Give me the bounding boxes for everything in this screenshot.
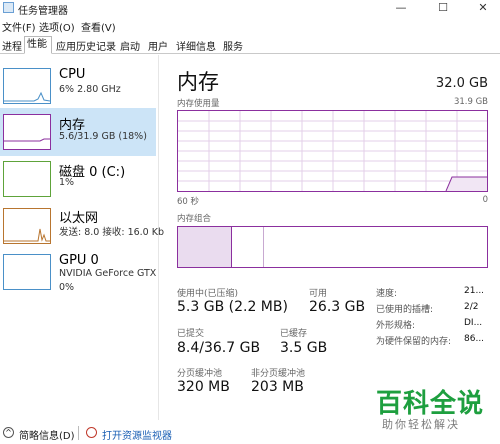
hw-reserved-label: 为硬件保留的内存:: [376, 337, 452, 347]
tab-app-history[interactable]: 应用历史记录: [54, 38, 118, 53]
tab-performance[interactable]: 性能: [24, 36, 52, 54]
paged-pool-label: 分页缓冲池: [177, 369, 223, 379]
available-value: 26.3 GB: [309, 299, 366, 315]
in-use-label: 使用中(已压缩): [177, 289, 239, 299]
menu-options[interactable]: 选项(O): [39, 19, 75, 34]
usage-caption: 内存使用量: [177, 99, 220, 109]
resource-monitor-icon: [86, 427, 97, 438]
memory-thumbnail: [3, 114, 51, 150]
form-factor-label: 外形规格:: [376, 321, 416, 331]
gpu-usage: 0%: [59, 282, 75, 293]
composition-caption: 内存组合: [177, 214, 212, 224]
cpu-usage: 6% 2.80 GHz: [59, 84, 121, 95]
disk-usage: 1%: [59, 177, 75, 188]
maximize-button[interactable]: ☐: [428, 0, 458, 17]
watermark-title: 百科全说: [376, 389, 485, 419]
graph-time-left: 60 秒: [177, 197, 200, 207]
ethernet-usage: 发送: 8.0 接收: 16.0 Kb: [59, 227, 165, 238]
gpu-model: NVIDIA GeForce GTX: [59, 268, 157, 279]
memory-total: 32.0 GB: [435, 76, 488, 91]
footer-divider: [78, 426, 79, 440]
speed-label: 速度:: [376, 289, 398, 299]
cpu-thumbnail: [3, 68, 51, 104]
nonpaged-pool-label: 非分页缓冲池: [251, 369, 306, 379]
graph-time-right: 0: [482, 195, 488, 205]
slots-label: 已使用的插槽:: [376, 305, 434, 315]
composition-modified: [232, 227, 264, 267]
panel-title: 内存: [177, 70, 219, 94]
gpu-thumbnail: [3, 254, 51, 290]
cached-label: 已缓存: [280, 329, 308, 339]
window-title: 任务管理器: [18, 6, 68, 17]
memory-usage: 5.6/31.9 GB (18%): [59, 131, 147, 142]
form-factor-value: DI...: [464, 318, 483, 328]
ethernet-thumbnail: [3, 208, 51, 244]
tab-services[interactable]: 服务: [221, 38, 245, 53]
fewer-details-link[interactable]: 简略信息(D): [19, 427, 75, 442]
slots-value: 2/2: [464, 302, 479, 312]
task-manager-icon: [3, 2, 14, 13]
cached-value: 3.5 GB: [280, 340, 328, 356]
menu-file[interactable]: 文件(F): [2, 19, 36, 34]
tab-users[interactable]: 用户: [146, 38, 170, 53]
in-use-value: 5.3 GB (2.2 MB): [177, 299, 288, 315]
title-bar: [0, 0, 500, 17]
tab-processes[interactable]: 进程: [0, 38, 24, 53]
disk-thumbnail: [3, 161, 51, 197]
committed-value: 8.4/36.7 GB: [177, 340, 261, 356]
minimize-button[interactable]: —: [386, 0, 416, 17]
cpu-label: CPU: [59, 67, 86, 82]
menu-view[interactable]: 查看(V): [81, 19, 116, 34]
committed-label: 已提交: [177, 329, 205, 339]
close-button[interactable]: ✕: [468, 0, 498, 17]
gpu-label: GPU 0: [59, 253, 99, 268]
usage-max: 31.9 GB: [453, 97, 488, 107]
tab-details[interactable]: 详细信息: [174, 38, 218, 53]
open-resource-monitor-link[interactable]: 打开资源监视器: [102, 427, 172, 442]
hw-reserved-value: 86...: [464, 334, 485, 344]
memory-graph-grid: [178, 111, 487, 191]
tab-startup[interactable]: 启动: [118, 38, 142, 53]
speed-value: 21...: [464, 286, 485, 296]
memory-composition-bar: [177, 226, 488, 268]
composition-in-use: [178, 227, 232, 267]
memory-usage-graph: [177, 110, 488, 192]
available-label: 可用: [309, 289, 328, 299]
paged-pool-value: 320 MB: [177, 379, 230, 395]
menu-bar: [0, 17, 500, 35]
chevron-up-icon: ^: [3, 427, 14, 438]
nonpaged-pool-value: 203 MB: [251, 379, 304, 395]
watermark-subtitle: 助你轻松解决: [382, 418, 460, 431]
